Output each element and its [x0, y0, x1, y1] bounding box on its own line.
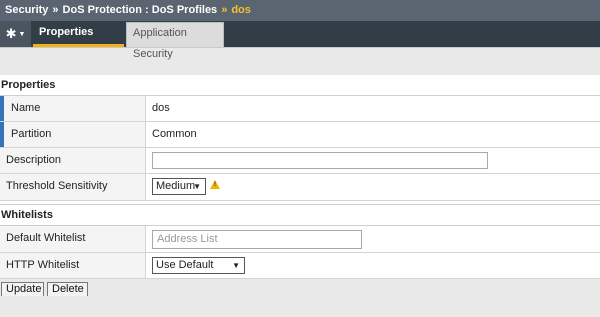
breadcrumb: Security» DoS Protection : DoS Profiles» d… [0, 0, 600, 21]
tab-application-security[interactable]: Application Security [126, 22, 224, 60]
breadcrumb-separator: » [52, 4, 59, 16]
name-value: dos [152, 102, 170, 114]
http-whitelist-value: Use Default [156, 259, 214, 271]
section-header-whitelists: Whitelists [0, 205, 600, 226]
breadcrumb-item-dos-profiles[interactable]: DoS Protection : DoS Profiles [63, 4, 218, 16]
http-whitelist-label: HTTP Whitelist [0, 253, 146, 278]
delete-button[interactable]: Delete [47, 282, 88, 297]
breadcrumb-current: dos [231, 4, 251, 16]
threshold-sensitivity-value: Medium [156, 180, 196, 192]
breadcrumb-item-security[interactable]: Security [5, 4, 48, 16]
threshold-sensitivity-select[interactable]: Medium ▼ [152, 178, 206, 195]
row-http-whitelist: HTTP Whitelist Use Default ▼ [0, 253, 600, 279]
default-whitelist-label: Default Whitelist [0, 226, 146, 252]
row-default-whitelist: Default Whitelist Address List [0, 226, 600, 253]
row-description: Description [0, 148, 600, 174]
gear-menu-button[interactable]: ✱ ▼ [0, 21, 31, 47]
section-header-properties: Properties [0, 75, 600, 96]
description-label: Description [0, 148, 146, 173]
name-label: Name [0, 96, 146, 121]
row-name: Name dos [0, 96, 600, 122]
breadcrumb-separator: » [221, 4, 228, 16]
chevron-down-icon: ▼ [193, 182, 201, 191]
page-footer-band [0, 296, 600, 317]
row-partition: Partition Common [0, 122, 600, 148]
tab-properties[interactable]: Properties [33, 22, 124, 47]
gear-icon: ✱ [5, 26, 17, 41]
update-button[interactable]: Update [1, 282, 44, 297]
http-whitelist-select[interactable]: Use Default ▼ [152, 257, 245, 274]
row-threshold-sensitivity: Threshold Sensitivity Medium ▼ ! [0, 174, 600, 201]
toolbar-band [0, 48, 600, 75]
partition-label: Partition [0, 122, 146, 147]
chevron-down-icon: ▼ [232, 261, 240, 270]
warning-icon: ! [210, 180, 220, 189]
default-whitelist-input[interactable]: Address List [152, 230, 362, 249]
threshold-sensitivity-label: Threshold Sensitivity [0, 174, 146, 200]
partition-value: Common [152, 128, 197, 140]
chevron-down-icon: ▼ [18, 30, 26, 38]
tab-bar: ✱ ▼ Properties Application Security [0, 21, 600, 60]
description-input[interactable] [152, 152, 488, 169]
